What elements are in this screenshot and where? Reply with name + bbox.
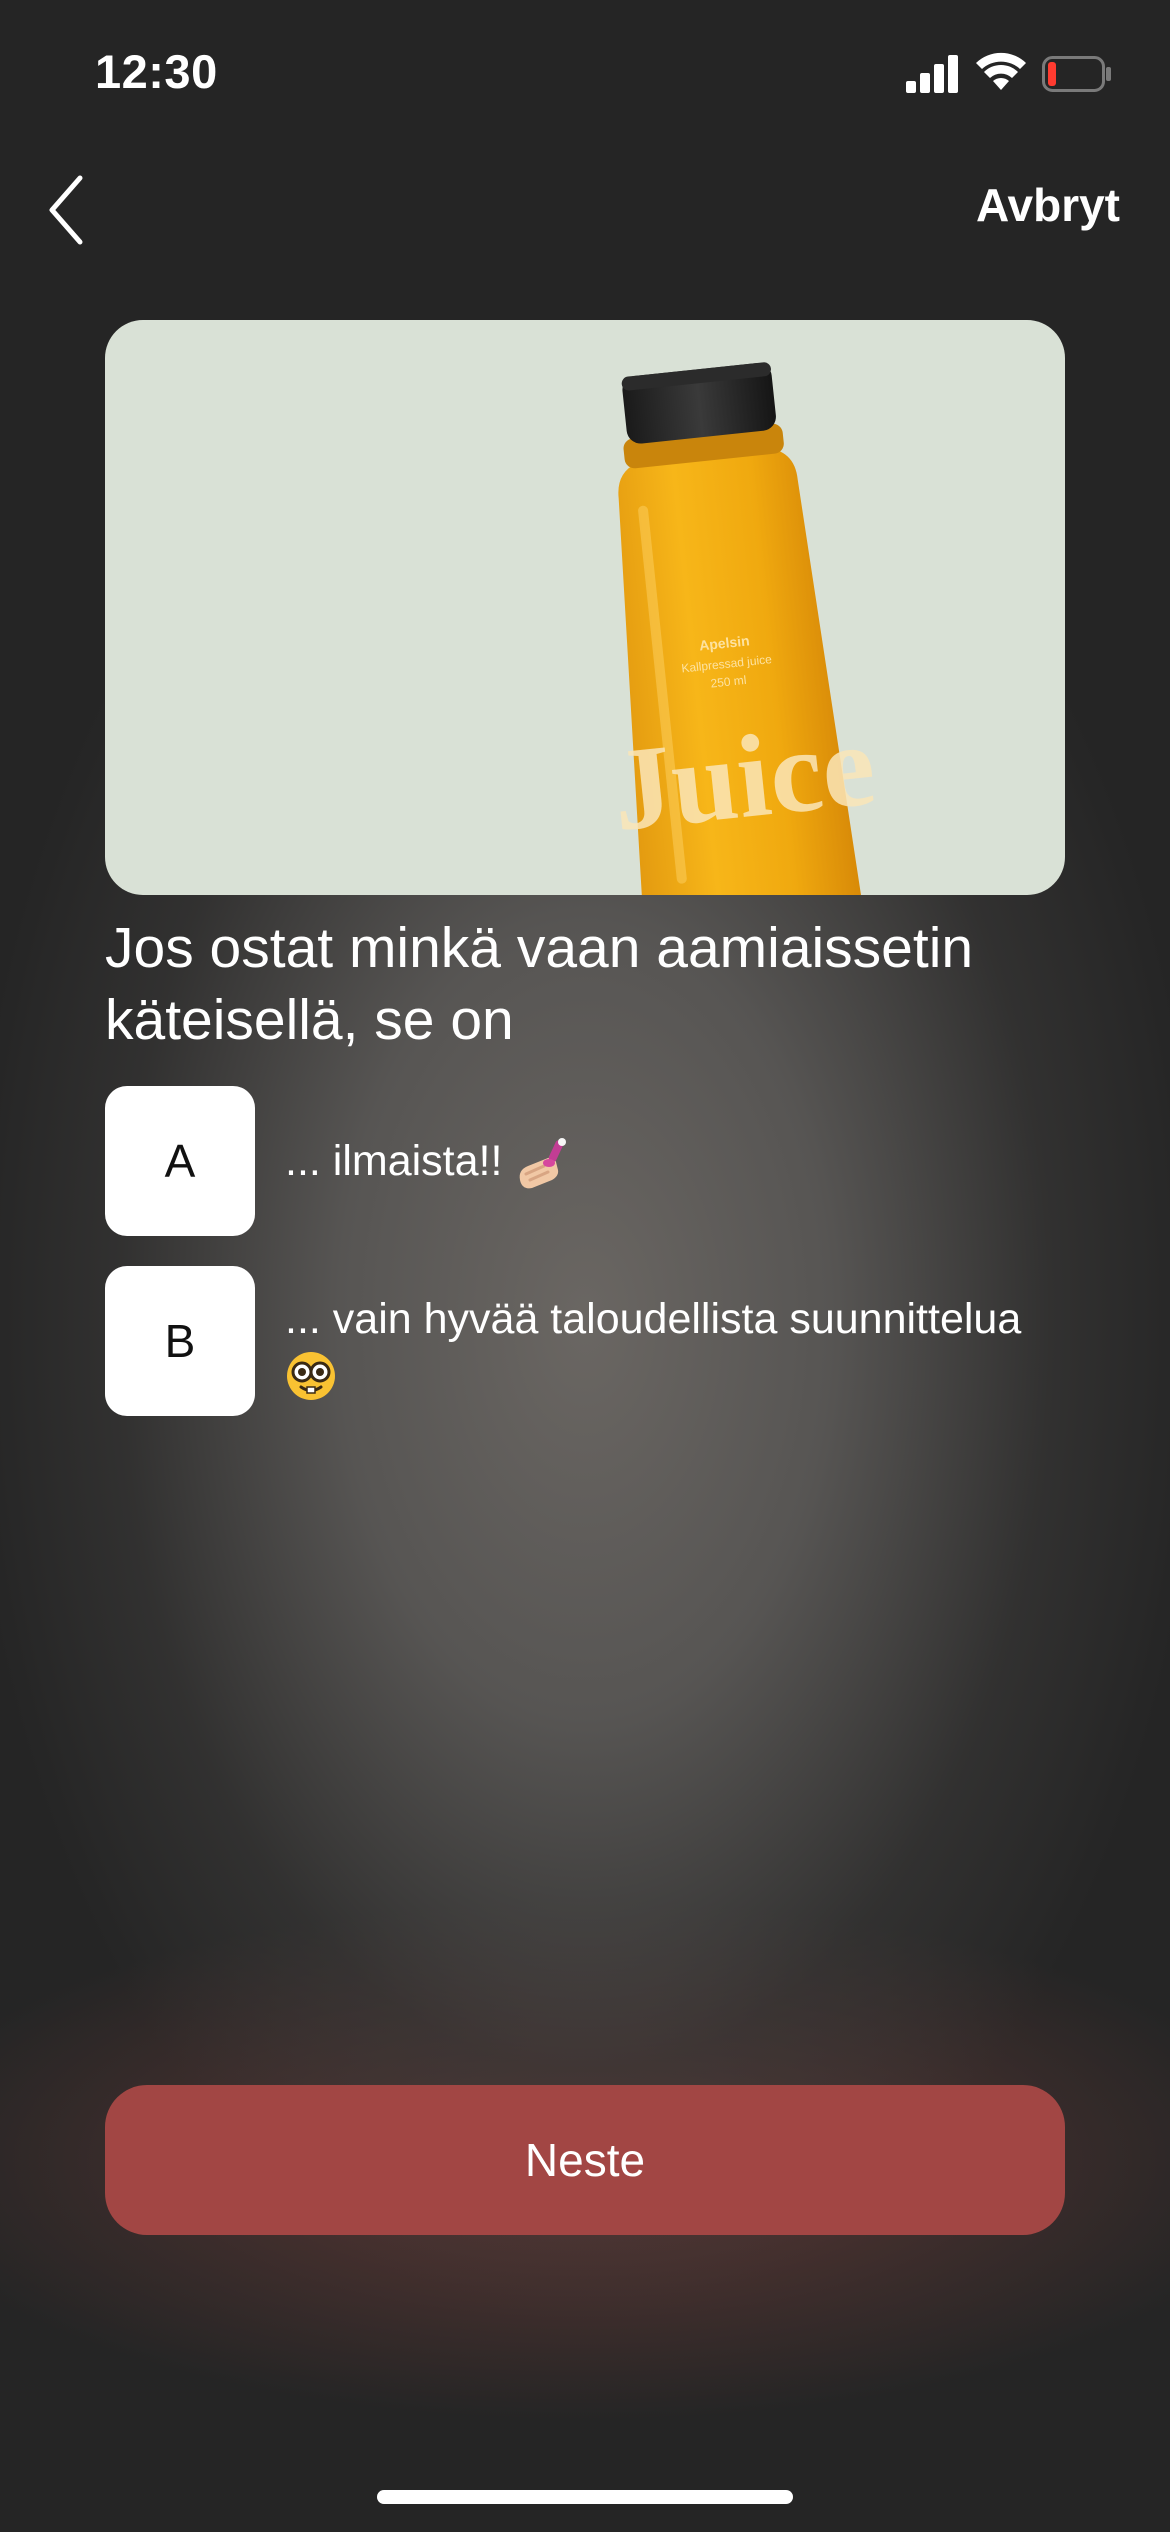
nerd-face-emoji xyxy=(287,1351,335,1400)
bottle-brand-label: Juice xyxy=(606,698,880,856)
chevron-left-icon xyxy=(49,175,83,245)
option-letter-a: A xyxy=(105,1086,255,1236)
status-bar: 12:30 xyxy=(0,0,1170,150)
answer-option-a[interactable]: A ... ilmaista!! xyxy=(105,1086,1065,1236)
option-text-a: ... ilmaista!! xyxy=(285,1134,1045,1192)
option-letter-b: B xyxy=(105,1266,255,1416)
next-button[interactable]: Neste xyxy=(105,2085,1065,2235)
option-label-a: ... ilmaista!! xyxy=(285,1137,503,1185)
option-text-b: ... vain hyvää taloudellista suunnittelu… xyxy=(285,1292,1045,1402)
nail-polish-emoji xyxy=(520,1137,567,1188)
juice-bottle-illustration: Apelsin Kallpressad juice 250 ml Juice xyxy=(606,362,881,895)
option-label-b: ... vain hyvää taloudellista suunnittelu… xyxy=(285,1295,1022,1343)
battery-low-icon xyxy=(1042,56,1111,92)
home-indicator[interactable] xyxy=(377,2490,793,2504)
question-text: Jos ostat minkä vaan aamiaissetin käteis… xyxy=(105,916,974,1052)
cellular-signal-icon xyxy=(906,55,958,93)
answer-option-b[interactable]: B ... vain hyvää taloudellista suunnitte… xyxy=(105,1266,1065,1416)
back-button[interactable] xyxy=(40,170,100,250)
status-time: 12:30 xyxy=(95,45,218,98)
cancel-button[interactable]: Avbryt xyxy=(976,178,1120,232)
wifi-icon xyxy=(976,52,1026,90)
juice-bottle-image: Apelsin Kallpressad juice 250 ml Juice xyxy=(105,320,1065,895)
